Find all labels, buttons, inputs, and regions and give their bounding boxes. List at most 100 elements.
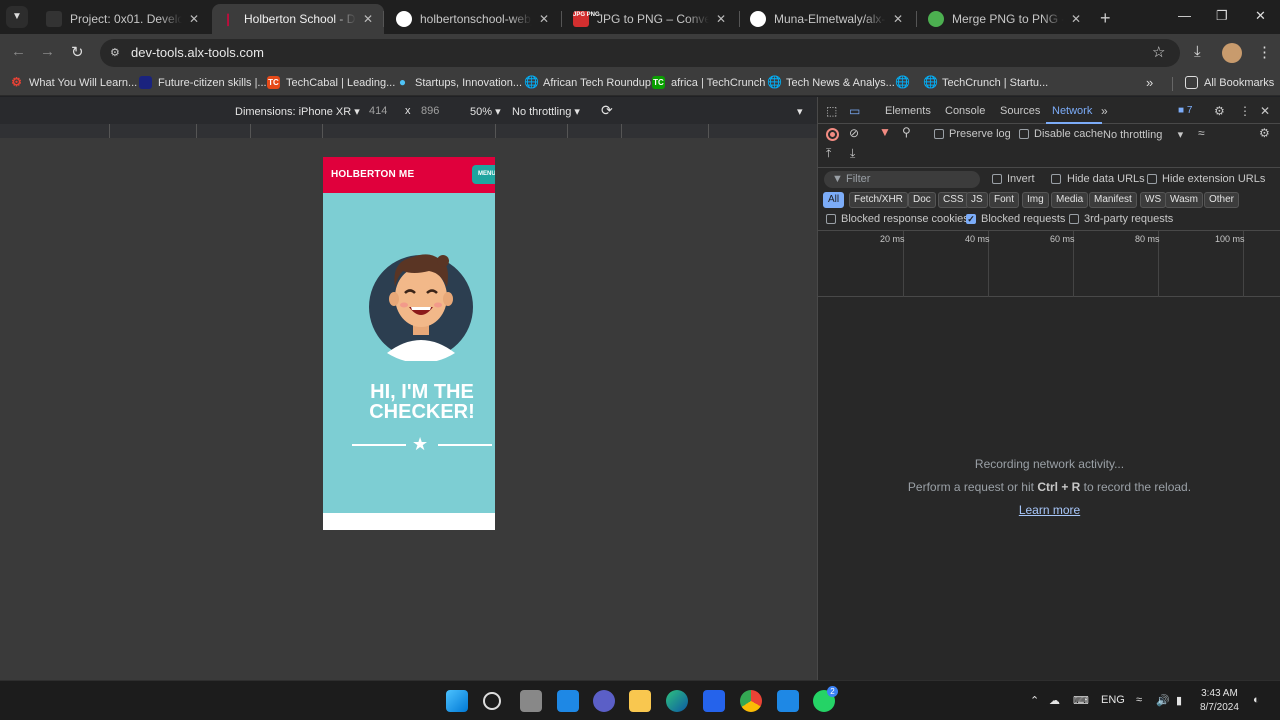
close-icon[interactable]: ✕ [536, 12, 552, 26]
type-filter-other[interactable]: Other [1204, 192, 1240, 208]
inspect-element-icon[interactable]: ⬚ [826, 104, 837, 118]
network-overview-timeline[interactable]: 20 ms 40 ms 60 ms 80 ms 100 ms [818, 230, 1280, 297]
close-icon[interactable]: ✕ [186, 12, 202, 26]
type-filter-manifest[interactable]: Manifest [1089, 192, 1137, 208]
type-filter-css[interactable]: CSS [938, 192, 969, 208]
keyboard-icon[interactable]: ⌨ [1073, 694, 1089, 707]
show-hidden-icons-icon[interactable]: ⌃ [1030, 694, 1039, 707]
volume-icon[interactable]: 🔊 [1156, 694, 1170, 707]
bookmark-item[interactable]: 🌐 Tech News & Analys... [767, 76, 895, 89]
reload-icon[interactable]: ↻ [71, 43, 84, 61]
bookmark-item[interactable]: 🌐 [895, 76, 914, 89]
microsoft-store-icon[interactable] [703, 690, 725, 712]
devtools-menu-icon[interactable]: ⋮ [1239, 104, 1251, 118]
tab-jpg-to-png[interactable]: JPG PNG JPG to PNG – Convert JPEG ✕ [565, 4, 737, 34]
type-filter-img[interactable]: Img [1022, 192, 1049, 208]
tab-sources[interactable]: Sources [1000, 105, 1040, 117]
issues-badge[interactable]: ■ 7 [1178, 105, 1192, 116]
search-icon[interactable]: ⚲ [902, 125, 911, 139]
window-close-icon[interactable]: ✕ [1255, 8, 1266, 24]
tab-github-repo[interactable]: holbertonschool-web_front ✕ [388, 4, 560, 34]
type-filter-wasm[interactable]: Wasm [1165, 192, 1203, 208]
system-clock[interactable]: 3:43 AM 8/7/2024 [1200, 687, 1239, 715]
onedrive-cloud-icon[interactable]: ☁ [1049, 694, 1060, 707]
bookmark-item[interactable]: Future-citizen skills |... [139, 76, 267, 89]
bookmark-item[interactable]: TC africa | TechCrunch [652, 76, 765, 89]
bookmark-item[interactable]: ⚙ What You Will Learn... [10, 76, 137, 89]
more-options-icon[interactable]: ▾ [797, 105, 803, 118]
tab-console[interactable]: Console [945, 105, 985, 117]
search-icon[interactable] [483, 692, 501, 710]
record-stop-icon[interactable] [826, 128, 839, 141]
type-filter-font[interactable]: Font [989, 192, 1020, 208]
rotate-icon[interactable]: ⟳ [601, 102, 613, 119]
close-icon[interactable]: ✕ [1068, 12, 1084, 26]
maximize-icon[interactable]: ❐ [1216, 8, 1228, 24]
file-explorer-icon[interactable] [629, 690, 651, 712]
type-filter-fetch-xhr[interactable]: Fetch/XHR [849, 192, 908, 208]
close-icon[interactable]: ✕ [890, 12, 906, 26]
edge-icon[interactable] [666, 690, 688, 712]
device-select[interactable]: Dimensions: iPhone XR ▾ [235, 105, 360, 118]
tab-holberton-school[interactable]: ❘ Holberton School - Develo ✕ [212, 4, 384, 34]
chrome-menu-icon[interactable]: ⋮ [1257, 43, 1272, 61]
language-indicator[interactable]: ENG [1101, 694, 1125, 706]
address-bar[interactable]: ⚙ dev-tools.alx-tools.com ☆ [100, 39, 1180, 67]
third-party-requests-checkbox[interactable] [1069, 214, 1079, 224]
device-screen[interactable]: HOLBERTON ME MENU HI, I'M THE CHECKER! ★ [323, 157, 495, 530]
throttling-select[interactable]: No throttling ▾ [512, 105, 580, 118]
type-filter-ws[interactable]: WS [1140, 192, 1167, 208]
chrome-icon[interactable] [740, 690, 762, 712]
widgets-icon[interactable] [557, 690, 579, 712]
task-view-icon[interactable] [520, 690, 542, 712]
battery-icon[interactable]: ▮ [1176, 694, 1182, 707]
zoom-select[interactable]: 50% ▾ [470, 105, 501, 118]
export-har-icon[interactable]: ⤓ [850, 146, 855, 161]
type-filter-doc[interactable]: Doc [908, 192, 936, 208]
bookmark-star-icon[interactable]: ☆ [1152, 43, 1165, 61]
close-devtools-icon[interactable]: ✕ [1260, 104, 1270, 118]
height-input[interactable]: 896 [421, 105, 439, 117]
site-logo[interactable]: HOLBERTON ME [331, 169, 414, 180]
url-text[interactable]: dev-tools.alx-tools.com [131, 45, 264, 60]
tab-search-button[interactable]: ▼ [6, 6, 28, 28]
close-icon[interactable]: ✕ [713, 12, 729, 26]
all-bookmarks-button[interactable]: All Bookmarks [1185, 76, 1274, 89]
hide-extension-urls-checkbox[interactable] [1147, 174, 1157, 184]
wifi-icon[interactable]: ≈ [1136, 694, 1142, 706]
preserve-log-checkbox[interactable] [934, 129, 944, 139]
minimize-icon[interactable]: — [1178, 8, 1191, 23]
more-tabs-icon[interactable]: » [1101, 104, 1108, 118]
close-icon[interactable]: ✕ [360, 12, 376, 26]
media-query-ruler[interactable] [0, 124, 817, 138]
disable-cache-checkbox[interactable] [1019, 129, 1029, 139]
import-har-icon[interactable]: ⤒ [826, 146, 831, 161]
type-filter-js[interactable]: JS [966, 192, 988, 208]
bookmark-item[interactable]: 🌐 TechCrunch | Startu... [923, 76, 1048, 89]
type-filter-all[interactable]: All [823, 192, 845, 208]
bookmark-item[interactable]: ● Startups, Innovation... [396, 76, 522, 89]
device-toggle-icon[interactable]: ▭ [849, 104, 860, 118]
filter-funnel-icon[interactable]: ▼ [879, 125, 891, 139]
tab-github-alx-front[interactable]: Muna-Elmetwaly/alx-front ✕ [742, 4, 914, 34]
filter-input[interactable]: ▼ Filter [824, 171, 980, 188]
tab-elements[interactable]: Elements [885, 105, 931, 117]
network-conditions-icon[interactable]: ≈ [1198, 126, 1205, 140]
tab-network[interactable]: Network [1052, 105, 1092, 117]
new-tab-plus-icon[interactable]: + [1100, 8, 1111, 29]
start-windows-icon[interactable] [446, 690, 468, 712]
vscode-icon[interactable] [777, 690, 799, 712]
blocked-response-cookies-checkbox[interactable] [826, 214, 836, 224]
bookmarks-overflow-icon[interactable]: » [1146, 75, 1153, 90]
tab-project[interactable]: Project: 0x01. Developer to ✕ [38, 4, 210, 34]
type-filter-media[interactable]: Media [1051, 192, 1089, 208]
network-settings-gear-icon[interactable]: ⚙ [1259, 126, 1270, 140]
back-arrow-icon[interactable]: ← [11, 43, 26, 60]
network-throttling-select[interactable]: No throttling ▾ [1103, 128, 1183, 141]
bookmark-item[interactable]: TC TechCabal | Leading... [267, 76, 395, 89]
menu-button[interactable]: MENU [472, 165, 495, 184]
clear-icon[interactable]: ⊘ [849, 126, 859, 140]
downloads-icon[interactable]: ⤓ [1194, 43, 1201, 60]
tab-merge-png[interactable]: Merge PNG to PNG - Com ✕ [920, 4, 1092, 34]
hide-data-urls-checkbox[interactable] [1051, 174, 1061, 184]
